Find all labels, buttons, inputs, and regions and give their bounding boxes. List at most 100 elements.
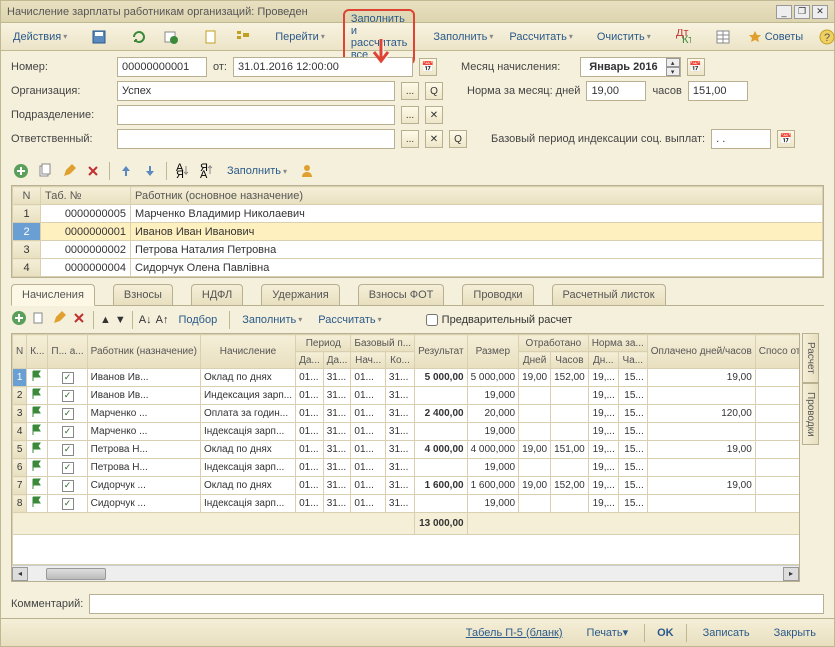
close-button[interactable]: ✕ bbox=[812, 5, 828, 19]
tab-2[interactable]: НДФЛ bbox=[191, 284, 243, 305]
sort2a-icon[interactable]: A↓ bbox=[139, 314, 152, 326]
base-period-field[interactable]: . . bbox=[711, 129, 771, 149]
org-field[interactable]: Успех bbox=[117, 81, 395, 101]
month-calendar-icon[interactable]: 📅 bbox=[687, 58, 705, 76]
table-row[interactable]: 2✓Иванов Ив...Индексация зарп...01...31.… bbox=[13, 387, 800, 405]
month-label: Месяц начисления: bbox=[461, 61, 560, 73]
tabel-link[interactable]: Табель П-5 (бланк) bbox=[458, 624, 571, 642]
edit2-icon[interactable] bbox=[51, 310, 67, 329]
go-menu[interactable]: Перейти▾ bbox=[269, 29, 331, 45]
resp-select-icon[interactable]: ... bbox=[401, 130, 419, 148]
dk-icon[interactable]: ДтКт bbox=[669, 27, 697, 47]
clear-menu[interactable]: Очистить▾ bbox=[591, 29, 657, 45]
base-period-cal-icon[interactable]: 📅 bbox=[777, 130, 795, 148]
edit-icon[interactable] bbox=[59, 161, 79, 181]
calc-menu[interactable]: Рассчитать▾ bbox=[503, 29, 578, 45]
add-icon[interactable] bbox=[11, 161, 31, 181]
fill2-menu[interactable]: Заполнить▾ bbox=[236, 312, 308, 328]
person-icon[interactable] bbox=[297, 161, 317, 181]
copy2-icon[interactable] bbox=[31, 310, 47, 329]
table-row[interactable]: 6✓Петрова Н...Індексація зарп...01...31.… bbox=[13, 459, 800, 477]
table-row[interactable]: 30000000002Петрова Наталия Петровна bbox=[13, 241, 823, 259]
table-icon[interactable] bbox=[709, 27, 737, 47]
table-row[interactable]: 3✓Марченко ...Оплата за годин...01...31.… bbox=[13, 405, 800, 423]
calc2-menu[interactable]: Рассчитать▾ bbox=[312, 312, 387, 328]
side-tab-entries[interactable]: Проводки bbox=[802, 383, 819, 446]
refresh-icon[interactable] bbox=[125, 27, 153, 47]
del2-icon[interactable] bbox=[71, 310, 87, 329]
hours-label: часов bbox=[652, 85, 681, 97]
col-tab[interactable]: Таб. № bbox=[41, 187, 131, 205]
tree-icon[interactable] bbox=[229, 27, 257, 47]
comment-label: Комментарий: bbox=[11, 598, 83, 610]
sortdesc-icon[interactable]: ЯA bbox=[197, 161, 217, 181]
min-button[interactable]: _ bbox=[776, 5, 792, 19]
base-period-label: Базовый период индексации соц. выплат: bbox=[491, 133, 705, 145]
norm-days-field[interactable]: 19,00 bbox=[586, 81, 646, 101]
movedown-icon[interactable] bbox=[140, 161, 160, 181]
table-row[interactable]: 40000000004Сидорчук Олена Павлівна bbox=[13, 259, 823, 277]
add2-icon[interactable] bbox=[11, 310, 27, 329]
moveup-icon[interactable] bbox=[116, 161, 136, 181]
tab-3[interactable]: Удержания bbox=[261, 284, 339, 305]
tab-1[interactable]: Взносы bbox=[113, 284, 173, 305]
scroll-left-icon[interactable]: ◂ bbox=[12, 567, 28, 581]
side-tab-calc[interactable]: Расчет bbox=[802, 333, 819, 383]
save-icon[interactable] bbox=[85, 27, 113, 47]
fill-menu[interactable]: Заполнить▾ bbox=[427, 29, 499, 45]
print-menu[interactable]: Печать▾ bbox=[579, 623, 637, 642]
delete-icon[interactable] bbox=[83, 161, 103, 181]
sort2b-icon[interactable]: A↑ bbox=[156, 314, 169, 326]
sortasc-icon[interactable]: AЯ bbox=[173, 161, 193, 181]
calendar-icon[interactable]: 📅 bbox=[419, 58, 437, 76]
max-button[interactable]: ❐ bbox=[794, 5, 810, 19]
preview-checkbox[interactable]: Предварительный расчет bbox=[426, 314, 573, 326]
org-label: Организация: bbox=[11, 85, 111, 97]
table-row[interactable]: 20000000001Иванов Иван Иванович bbox=[13, 223, 823, 241]
down2-icon[interactable]: ▼ bbox=[115, 314, 126, 326]
actions-menu[interactable]: Действия▾ bbox=[7, 29, 73, 45]
dept-clear-icon[interactable]: ✕ bbox=[425, 106, 443, 124]
table-row[interactable]: 8✓Сидорчук ...Індексація зарп...01...31.… bbox=[13, 495, 800, 513]
dept-select-icon[interactable]: ... bbox=[401, 106, 419, 124]
advice-button[interactable]: Советы bbox=[741, 27, 809, 47]
save-button[interactable]: Записать bbox=[695, 624, 758, 642]
resp-field[interactable] bbox=[117, 129, 395, 149]
tab-4[interactable]: Взносы ФОТ bbox=[358, 284, 445, 305]
table-row[interactable]: 10000000005Марченко Владимир Николаевич bbox=[13, 205, 823, 223]
comment-field[interactable] bbox=[89, 594, 824, 614]
tab-6[interactable]: Расчетный листок bbox=[552, 284, 666, 305]
employees-grid[interactable]: N Таб. № Работник (основное назначение) … bbox=[11, 185, 824, 278]
help-icon[interactable]: ? bbox=[813, 27, 835, 47]
post-icon[interactable] bbox=[157, 27, 185, 47]
month-selector[interactable]: Январь 2016 ▴▾ bbox=[580, 57, 680, 77]
month-up-icon[interactable]: ▴ bbox=[666, 58, 680, 67]
col-n[interactable]: N bbox=[13, 187, 41, 205]
select-button[interactable]: Подбор bbox=[172, 312, 223, 328]
tab-0[interactable]: Начисления bbox=[11, 284, 95, 306]
ok-button[interactable]: OK bbox=[644, 624, 687, 642]
copy-icon[interactable] bbox=[35, 161, 55, 181]
table-row[interactable]: 4✓Марченко ...Індексація зарп...01...31.… bbox=[13, 423, 800, 441]
month-down-icon[interactable]: ▾ bbox=[666, 67, 680, 76]
tab-5[interactable]: Проводки bbox=[462, 284, 533, 305]
scroll-thumb[interactable] bbox=[46, 568, 106, 580]
resp-clear-icon[interactable]: ✕ bbox=[425, 130, 443, 148]
table-row[interactable]: 5✓Петрова Н...Оклад по днях01...31...01.… bbox=[13, 441, 800, 459]
close-button-footer[interactable]: Закрыть bbox=[766, 624, 824, 642]
fill-submenu[interactable]: Заполнить▾ bbox=[221, 163, 293, 179]
table-row[interactable]: 7✓Сидорчук ...Оклад по днях01...31...01.… bbox=[13, 477, 800, 495]
org-select-icon[interactable]: ... bbox=[401, 82, 419, 100]
org-open-icon[interactable]: Q bbox=[425, 82, 443, 100]
from-label: от: bbox=[213, 61, 227, 73]
doc-icon[interactable] bbox=[197, 27, 225, 47]
number-field[interactable]: 00000000001 bbox=[117, 57, 207, 77]
table-row[interactable]: 1✓Иванов Ив...Оклад по днях01...31...01.… bbox=[13, 369, 800, 387]
accruals-grid[interactable]: N К... П... а... Работник (назначение) Н… bbox=[12, 334, 799, 565]
resp-open-icon[interactable]: Q bbox=[449, 130, 467, 148]
col-name[interactable]: Работник (основное назначение) bbox=[131, 187, 823, 205]
dept-field[interactable] bbox=[117, 105, 395, 125]
norm-hours-field[interactable]: 151,00 bbox=[688, 81, 748, 101]
scroll-right-icon[interactable]: ▸ bbox=[783, 567, 799, 581]
up2-icon[interactable]: ▲ bbox=[100, 314, 111, 326]
